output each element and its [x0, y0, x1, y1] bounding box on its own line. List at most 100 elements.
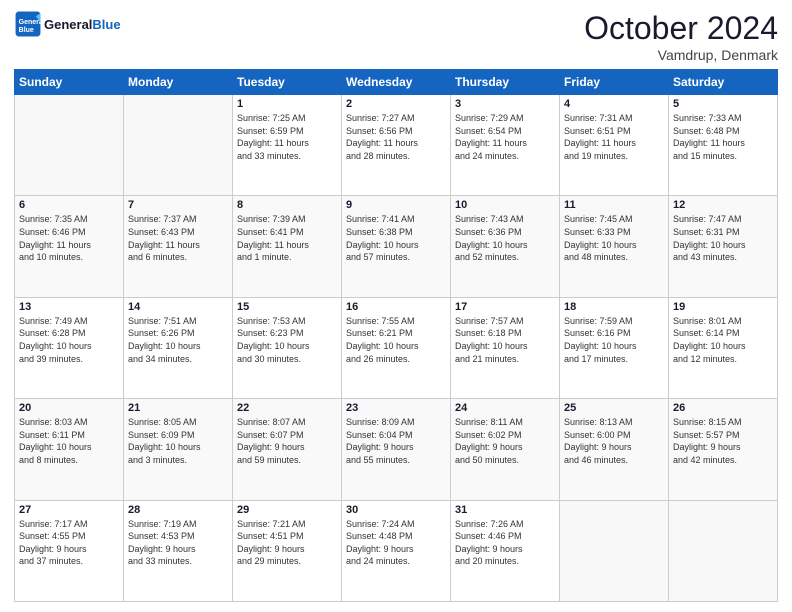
logo: General Blue GeneralBlue — [14, 10, 121, 38]
page-container: General Blue GeneralBlue October 2024 Va… — [0, 0, 792, 612]
day-info: Sunrise: 7:29 AM Sunset: 6:54 PM Dayligh… — [455, 112, 555, 162]
calendar-table: SundayMondayTuesdayWednesdayThursdayFrid… — [14, 69, 778, 602]
calendar-cell: 22Sunrise: 8:07 AM Sunset: 6:07 PM Dayli… — [233, 399, 342, 500]
weekday-header-monday: Monday — [124, 70, 233, 95]
svg-text:General: General — [19, 19, 42, 26]
calendar-cell — [560, 500, 669, 601]
calendar-cell: 14 Sunrise: 7:51 AM Sunset: 6:26 PM Dayli… — [124, 297, 233, 398]
day-number: 15 — [237, 301, 337, 313]
calendar-cell: 18 Sunrise: 7:59 AM Sunset: 6:16 PM Dayli… — [560, 297, 669, 398]
day-number: 17 — [455, 301, 555, 313]
weekday-header-saturday: Saturday — [669, 70, 778, 95]
day-info: Sunrise: 7:35 AM Sunset: 6:46 PM Dayligh… — [19, 213, 119, 263]
day-number: 9 — [346, 199, 446, 211]
day-info: Sunrise: 7:55 AM Sunset: 6:21 PM Dayligh… — [346, 315, 446, 365]
page-header: General Blue GeneralBlue October 2024 Va… — [14, 10, 778, 63]
calendar-week-1: 1Sunrise: 7:25 AM Sunset: 6:59 PM Daylig… — [15, 95, 778, 196]
calendar-cell: 25 Sunrise: 8:13 AM Sunset: 6:00 PM Dayli… — [560, 399, 669, 500]
calendar-cell: 4 Sunrise: 7:31 AM Sunset: 6:51 PM Daylig… — [560, 95, 669, 196]
calendar-cell: 26Sunrise: 8:15 AM Sunset: 5:57 PM Dayli… — [669, 399, 778, 500]
calendar-cell: 2 Sunrise: 7:27 AM Sunset: 6:56 PM Daylig… — [342, 95, 451, 196]
calendar-week-4: 20Sunrise: 8:03 AM Sunset: 6:11 PM Dayli… — [15, 399, 778, 500]
day-number: 13 — [19, 301, 119, 313]
day-info: Sunrise: 7:21 AM Sunset: 4:51 PM Dayligh… — [237, 518, 337, 568]
day-number: 25 — [564, 402, 664, 414]
calendar-cell — [15, 95, 124, 196]
weekday-header-thursday: Thursday — [451, 70, 560, 95]
day-info: Sunrise: 8:09 AM Sunset: 6:04 PM Dayligh… — [346, 416, 446, 466]
calendar-cell: 17 Sunrise: 7:57 AM Sunset: 6:18 PM Dayli… — [451, 297, 560, 398]
day-number: 8 — [237, 199, 337, 211]
day-info: Sunrise: 7:25 AM Sunset: 6:59 PM Dayligh… — [237, 112, 337, 162]
day-number: 7 — [128, 199, 228, 211]
calendar-cell: 5 Sunrise: 7:33 AM Sunset: 6:48 PM Daylig… — [669, 95, 778, 196]
logo-icon: General Blue — [14, 10, 42, 38]
day-number: 10 — [455, 199, 555, 211]
day-number: 31 — [455, 504, 555, 516]
calendar-cell: 12 Sunrise: 7:47 AM Sunset: 6:31 PM Dayli… — [669, 196, 778, 297]
day-info: Sunrise: 8:13 AM Sunset: 6:00 PM Dayligh… — [564, 416, 664, 466]
day-info: Sunrise: 7:31 AM Sunset: 6:51 PM Dayligh… — [564, 112, 664, 162]
calendar-cell: 30Sunrise: 7:24 AM Sunset: 4:48 PM Dayli… — [342, 500, 451, 601]
logo-text: GeneralBlue — [44, 17, 121, 32]
day-info: Sunrise: 7:41 AM Sunset: 6:38 PM Dayligh… — [346, 213, 446, 263]
day-info: Sunrise: 7:24 AM Sunset: 4:48 PM Dayligh… — [346, 518, 446, 568]
day-number: 27 — [19, 504, 119, 516]
location-label: Vamdrup, Denmark — [584, 47, 778, 63]
calendar-cell: 3 Sunrise: 7:29 AM Sunset: 6:54 PM Daylig… — [451, 95, 560, 196]
calendar-cell: 8Sunrise: 7:39 AM Sunset: 6:41 PM Daylig… — [233, 196, 342, 297]
day-number: 18 — [564, 301, 664, 313]
calendar-cell: 9 Sunrise: 7:41 AM Sunset: 6:38 PM Daylig… — [342, 196, 451, 297]
day-number: 16 — [346, 301, 446, 313]
calendar-week-2: 6 Sunrise: 7:35 AM Sunset: 6:46 PM Daylig… — [15, 196, 778, 297]
day-info: Sunrise: 7:59 AM Sunset: 6:16 PM Dayligh… — [564, 315, 664, 365]
day-number: 11 — [564, 199, 664, 211]
calendar-cell: 11Sunrise: 7:45 AM Sunset: 6:33 PM Dayli… — [560, 196, 669, 297]
day-number: 4 — [564, 98, 664, 110]
calendar-cell: 1Sunrise: 7:25 AM Sunset: 6:59 PM Daylig… — [233, 95, 342, 196]
calendar-week-3: 13 Sunrise: 7:49 AM Sunset: 6:28 PM Dayli… — [15, 297, 778, 398]
day-number: 5 — [673, 98, 773, 110]
calendar-cell: 15 Sunrise: 7:53 AM Sunset: 6:23 PM Dayli… — [233, 297, 342, 398]
day-number: 26 — [673, 402, 773, 414]
calendar-header-row: SundayMondayTuesdayWednesdayThursdayFrid… — [15, 70, 778, 95]
day-info: Sunrise: 7:57 AM Sunset: 6:18 PM Dayligh… — [455, 315, 555, 365]
calendar-cell: 16 Sunrise: 7:55 AM Sunset: 6:21 PM Dayli… — [342, 297, 451, 398]
day-number: 12 — [673, 199, 773, 211]
calendar-cell — [124, 95, 233, 196]
calendar-cell: 31Sunrise: 7:26 AM Sunset: 4:46 PM Dayli… — [451, 500, 560, 601]
day-info: Sunrise: 7:19 AM Sunset: 4:53 PM Dayligh… — [128, 518, 228, 568]
weekday-header-sunday: Sunday — [15, 70, 124, 95]
day-number: 29 — [237, 504, 337, 516]
day-number: 21 — [128, 402, 228, 414]
day-info: Sunrise: 8:07 AM Sunset: 6:07 PM Dayligh… — [237, 416, 337, 466]
month-title: October 2024 — [584, 10, 778, 47]
calendar-cell: 21Sunrise: 8:05 AM Sunset: 6:09 PM Dayli… — [124, 399, 233, 500]
day-info: Sunrise: 7:49 AM Sunset: 6:28 PM Dayligh… — [19, 315, 119, 365]
calendar-cell: 28Sunrise: 7:19 AM Sunset: 4:53 PM Dayli… — [124, 500, 233, 601]
calendar-cell: 13 Sunrise: 7:49 AM Sunset: 6:28 PM Dayli… — [15, 297, 124, 398]
day-info: Sunrise: 7:43 AM Sunset: 6:36 PM Dayligh… — [455, 213, 555, 263]
day-info: Sunrise: 7:33 AM Sunset: 6:48 PM Dayligh… — [673, 112, 773, 162]
day-number: 6 — [19, 199, 119, 211]
weekday-header-friday: Friday — [560, 70, 669, 95]
day-info: Sunrise: 8:03 AM Sunset: 6:11 PM Dayligh… — [19, 416, 119, 466]
title-block: October 2024 Vamdrup, Denmark — [584, 10, 778, 63]
calendar-cell: 29 Sunrise: 7:21 AM Sunset: 4:51 PM Dayli… — [233, 500, 342, 601]
calendar-cell: 20Sunrise: 8:03 AM Sunset: 6:11 PM Dayli… — [15, 399, 124, 500]
day-number: 19 — [673, 301, 773, 313]
day-info: Sunrise: 7:47 AM Sunset: 6:31 PM Dayligh… — [673, 213, 773, 263]
calendar-cell: 6 Sunrise: 7:35 AM Sunset: 6:46 PM Daylig… — [15, 196, 124, 297]
day-number: 3 — [455, 98, 555, 110]
weekday-header-wednesday: Wednesday — [342, 70, 451, 95]
calendar-cell: 10 Sunrise: 7:43 AM Sunset: 6:36 PM Dayli… — [451, 196, 560, 297]
day-number: 14 — [128, 301, 228, 313]
day-number: 2 — [346, 98, 446, 110]
day-number: 23 — [346, 402, 446, 414]
day-info: Sunrise: 7:27 AM Sunset: 6:56 PM Dayligh… — [346, 112, 446, 162]
day-info: Sunrise: 7:53 AM Sunset: 6:23 PM Dayligh… — [237, 315, 337, 365]
day-info: Sunrise: 8:11 AM Sunset: 6:02 PM Dayligh… — [455, 416, 555, 466]
day-info: Sunrise: 7:51 AM Sunset: 6:26 PM Dayligh… — [128, 315, 228, 365]
day-info: Sunrise: 8:01 AM Sunset: 6:14 PM Dayligh… — [673, 315, 773, 365]
svg-text:Blue: Blue — [19, 27, 34, 34]
